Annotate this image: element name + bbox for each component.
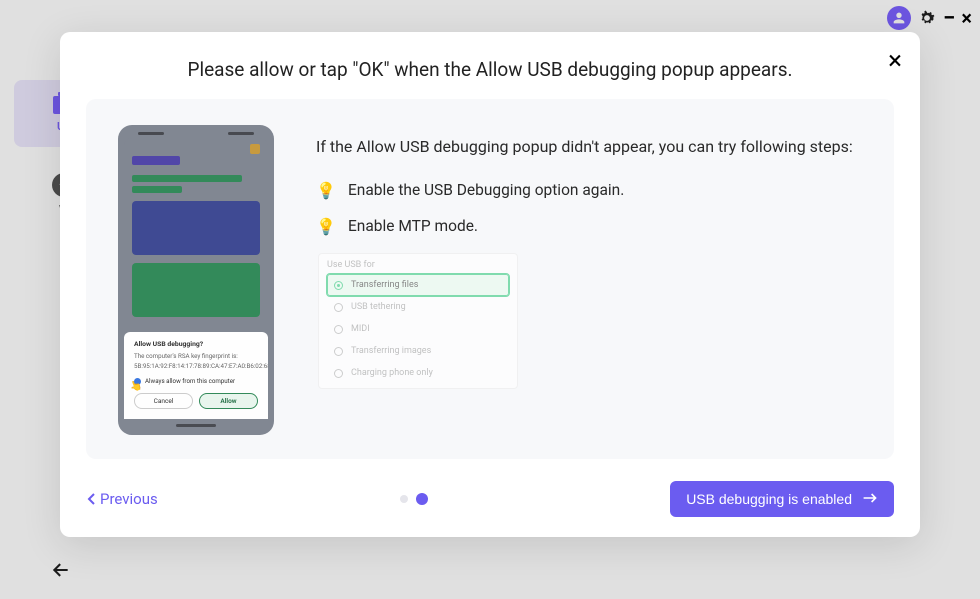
usb-options-header: Use USB for — [327, 260, 509, 270]
usb-debugging-modal: × Please allow or tap "OK" when the Allo… — [60, 32, 920, 537]
usb-option-midi: MIDI — [327, 318, 509, 340]
instructions: If the Allow USB debugging popup didn't … — [316, 125, 864, 435]
pointer-hand-icon: 👆 — [129, 380, 144, 394]
usb-debugging-enabled-button[interactable]: USB debugging is enabled — [670, 481, 894, 517]
modal-footer: Previous USB debugging is enabled — [86, 481, 894, 517]
tip-enable-usb-debugging: 💡 Enable the USB Debugging option again. — [316, 181, 864, 199]
modal-content: Allow USB debugging? The computer's RSA … — [86, 99, 894, 459]
step-pager — [400, 493, 428, 505]
lightbulb-icon: 💡 — [316, 217, 334, 235]
phone-illustration: Allow USB debugging? The computer's RSA … — [116, 125, 276, 435]
popup-allow-button: Allow — [199, 393, 258, 409]
usb-debug-popup-illustration: Allow USB debugging? The computer's RSA … — [124, 332, 268, 419]
lightbulb-icon: 💡 — [316, 181, 334, 199]
usb-mode-options: Use USB for Transferring files USB tethe… — [318, 253, 518, 389]
chevron-left-icon — [86, 492, 96, 506]
modal-title: Please allow or tap "OK" when the Allow … — [86, 58, 894, 81]
modal-overlay: × Please allow or tap "OK" when the Allo… — [0, 0, 980, 599]
tip-enable-mtp: 💡 Enable MTP mode. — [316, 217, 864, 235]
tip-text: Enable MTP mode. — [348, 217, 478, 235]
usb-option-charging-only: Charging phone only — [327, 362, 509, 384]
usb-option-transferring-images: Transferring images — [327, 340, 509, 362]
previous-button[interactable]: Previous — [86, 490, 158, 508]
step-dot-1[interactable] — [400, 495, 408, 503]
usb-option-usb-tethering: USB tethering — [327, 296, 509, 318]
step-dot-2[interactable] — [416, 493, 428, 505]
popup-cancel-button: Cancel — [134, 393, 193, 409]
arrow-right-icon — [862, 491, 878, 507]
close-icon[interactable]: × — [888, 48, 902, 74]
instructions-intro: If the Allow USB debugging popup didn't … — [316, 135, 864, 159]
tip-text: Enable the USB Debugging option again. — [348, 181, 624, 199]
usb-option-transferring-files: Transferring files — [327, 274, 509, 296]
